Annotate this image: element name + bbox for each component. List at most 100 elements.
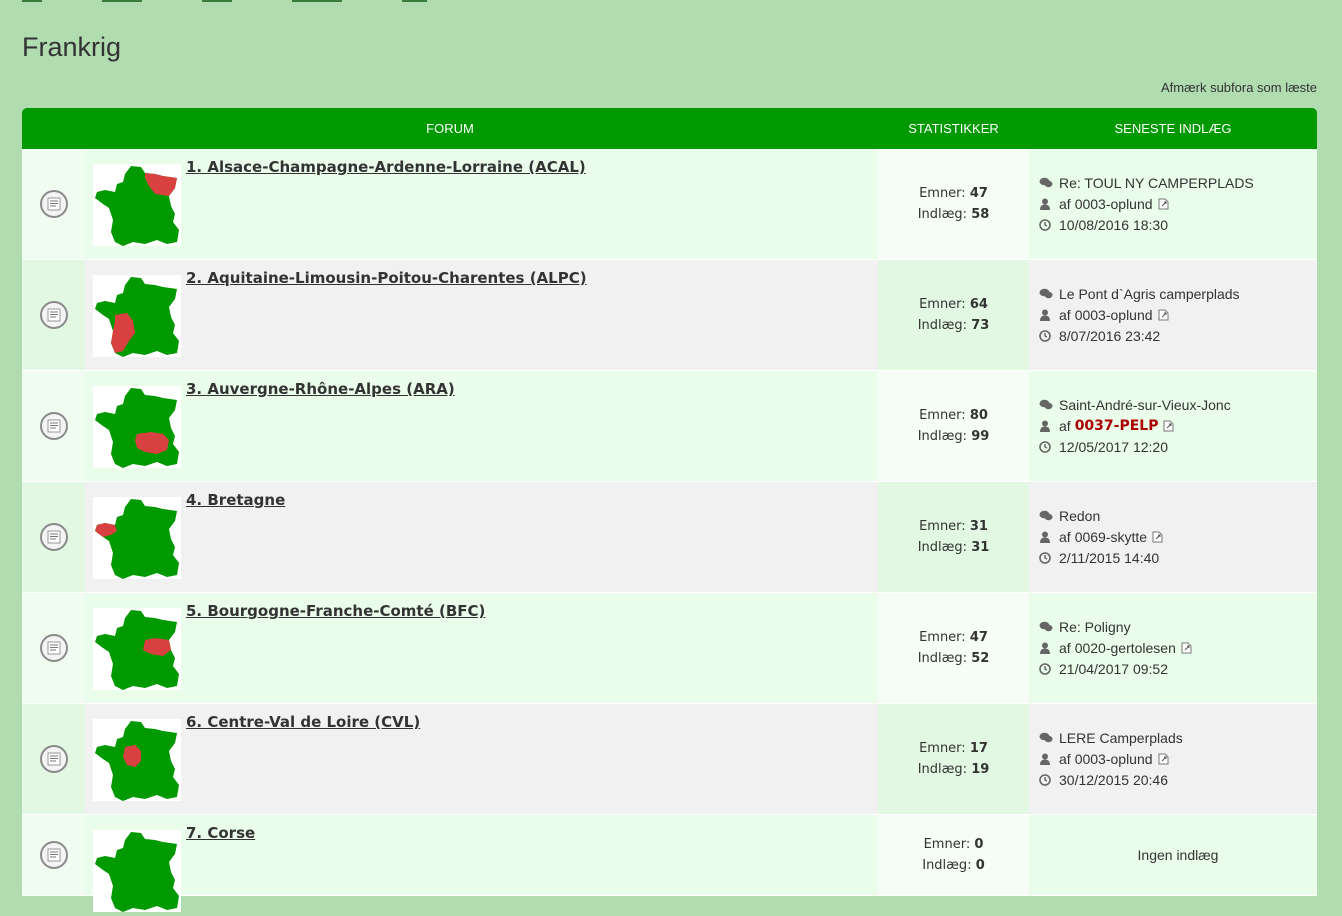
goto-last-post-icon[interactable] xyxy=(1181,642,1192,654)
last-post-subject-link[interactable]: Redon xyxy=(1059,506,1100,527)
posts-count: Indlæg: 58 xyxy=(917,207,990,222)
goto-last-post-icon[interactable] xyxy=(1158,753,1169,765)
last-post-time: 8/07/2016 23:42 xyxy=(1059,327,1161,344)
goto-last-post-icon[interactable] xyxy=(1152,531,1163,543)
user-icon xyxy=(1039,753,1059,765)
last-post-author-link[interactable]: 0003-oplund xyxy=(1075,194,1153,215)
goto-last-post-icon[interactable] xyxy=(1158,309,1169,321)
forum-title-link[interactable]: 2. Aquitaine-Limousin-Poitou-Charentes (… xyxy=(186,269,587,287)
last-post-author-link[interactable]: 0037-PELP xyxy=(1075,416,1159,437)
comments-icon xyxy=(1039,399,1059,411)
clock-icon xyxy=(1039,663,1059,675)
clock-icon xyxy=(1039,774,1059,786)
forum-title-link[interactable]: 3. Auvergne-Rhône-Alpes (ARA) xyxy=(186,380,455,398)
comments-icon xyxy=(1039,288,1059,300)
forum-row-3: 3. Auvergne-Rhône-Alpes (ARA) Emner: 80 … xyxy=(22,371,1317,482)
forum-main-cell: 4. Bretagne xyxy=(85,482,878,592)
posts-count: Indlæg: 0 xyxy=(922,858,985,873)
region-map-image[interactable] xyxy=(93,275,181,357)
comments-icon xyxy=(1039,732,1059,744)
forum-main-cell: 7. Corse xyxy=(85,815,878,912)
forum-title-link[interactable]: 4. Bretagne xyxy=(186,491,285,509)
clock-icon xyxy=(1039,441,1059,453)
last-post-cell: Ingen indlæg xyxy=(1029,815,1317,895)
posts-count: Indlæg: 99 xyxy=(917,429,990,444)
by-label: af xyxy=(1059,195,1071,212)
last-post-cell: Re: TOUL NY CAMPERPLADS af 0003-oplund 10/0… xyxy=(1029,149,1317,259)
posts-count: Indlæg: 52 xyxy=(917,651,990,666)
by-label: af xyxy=(1059,639,1071,656)
forum-title-link[interactable]: 6. Centre-Val de Loire (CVL) xyxy=(186,713,420,731)
header-statistics: STATISTIKKER xyxy=(908,121,999,136)
region-map-image[interactable] xyxy=(93,608,181,690)
posts-count: Indlæg: 31 xyxy=(917,540,990,555)
forum-stats-cell: Emner: 17 Indlæg: 19 xyxy=(878,704,1029,814)
posts-count: Indlæg: 19 xyxy=(917,762,990,777)
region-map-image[interactable] xyxy=(93,164,181,246)
forum-read-status-icon xyxy=(39,745,68,773)
goto-last-post-icon[interactable] xyxy=(1158,198,1169,210)
last-post-cell: LERE Camperplads af 0003-oplund 30/12/2015 … xyxy=(1029,704,1317,814)
comments-icon xyxy=(1039,510,1059,522)
forum-status-cell xyxy=(22,815,85,895)
comments-icon xyxy=(1039,177,1059,189)
forum-table: FORUM STATISTIKKER SENESTE INDLÆG 1. Als… xyxy=(22,108,1317,912)
last-post-subject-link[interactable]: Saint-André-sur-Vieux-Jonc xyxy=(1059,395,1231,416)
user-icon xyxy=(1039,642,1059,654)
forum-title-link[interactable]: 5. Bourgogne-Franche-Comté (BFC) xyxy=(186,602,485,620)
last-post-author-link[interactable]: 0003-oplund xyxy=(1075,749,1153,770)
last-post-author-link[interactable]: 0003-oplund xyxy=(1075,305,1153,326)
forum-stats-cell: Emner: 31 Indlæg: 31 xyxy=(878,482,1029,592)
by-label: af xyxy=(1059,750,1071,767)
region-map-image[interactable] xyxy=(93,497,181,579)
goto-last-post-icon[interactable] xyxy=(1163,420,1174,432)
forum-read-status-icon xyxy=(39,841,68,869)
forum-status-cell xyxy=(22,371,85,481)
forum-row-2: 2. Aquitaine-Limousin-Poitou-Charentes (… xyxy=(22,260,1317,371)
last-post-cell: Re: Poligny af 0020-gertolesen 21/04/2017 0… xyxy=(1029,593,1317,703)
last-post-author-link[interactable]: 0069-skytte xyxy=(1075,527,1147,548)
forum-read-status-icon xyxy=(39,190,68,218)
region-map-image[interactable] xyxy=(93,386,181,468)
last-post-time: 21/04/2017 09:52 xyxy=(1059,660,1168,677)
last-post-time: 10/08/2016 18:30 xyxy=(1059,216,1168,233)
no-posts-text: Ingen indlæg xyxy=(1137,846,1219,863)
last-post-subject-link[interactable]: LERE Camperplads xyxy=(1059,728,1183,749)
forum-rows: 1. Alsace-Champagne-Ardenne-Lorraine (AC… xyxy=(22,149,1317,912)
last-post-subject-link[interactable]: Le Pont d`Agris camperplads xyxy=(1059,284,1240,305)
forum-main-cell: 5. Bourgogne-Franche-Comté (BFC) xyxy=(85,593,878,703)
forum-title-link[interactable]: 1. Alsace-Champagne-Ardenne-Lorraine (AC… xyxy=(186,158,586,176)
last-post-cell: Saint-André-sur-Vieux-Jonc af 0037-PELP 12/… xyxy=(1029,371,1317,481)
forum-read-status-icon xyxy=(39,523,68,551)
forum-status-cell xyxy=(22,260,85,370)
last-post-cell: Redon af 0069-skytte 2/11/2015 14:40 xyxy=(1029,482,1317,592)
region-map-image[interactable] xyxy=(93,830,181,912)
topics-count: Emner: 47 xyxy=(919,186,988,201)
last-post-time: 30/12/2015 20:46 xyxy=(1059,771,1168,788)
last-post-author-link[interactable]: 0020-gertolesen xyxy=(1075,638,1176,659)
topics-count: Emner: 64 xyxy=(919,297,988,312)
forum-row-4: 4. Bretagne Emner: 31 Indlæg: 31 Redon af… xyxy=(22,482,1317,593)
forum-read-status-icon xyxy=(39,634,68,662)
by-label: af xyxy=(1059,417,1071,434)
user-icon xyxy=(1039,420,1059,432)
mark-subforums-read-link[interactable]: Afmærk subfora som læste xyxy=(1161,80,1317,95)
forum-stats-cell: Emner: 47 Indlæg: 52 xyxy=(878,593,1029,703)
forum-status-cell xyxy=(22,482,85,592)
forum-main-cell: 2. Aquitaine-Limousin-Poitou-Charentes (… xyxy=(85,260,878,370)
forum-row-5: 5. Bourgogne-Franche-Comté (BFC) Emner: … xyxy=(22,593,1317,704)
clock-icon xyxy=(1039,552,1059,564)
by-label: af xyxy=(1059,306,1071,323)
clock-icon xyxy=(1039,330,1059,342)
header-forum: FORUM xyxy=(426,121,474,136)
forum-stats-cell: Emner: 0 Indlæg: 0 xyxy=(878,815,1029,895)
region-map-image[interactable] xyxy=(93,719,181,801)
topics-count: Emner: 0 xyxy=(923,837,984,852)
forum-title-link[interactable]: 7. Corse xyxy=(186,824,255,842)
last-post-time: 12/05/2017 12:20 xyxy=(1059,438,1168,455)
user-icon xyxy=(1039,531,1059,543)
last-post-subject-link[interactable]: Re: TOUL NY CAMPERPLADS xyxy=(1059,173,1254,194)
forum-stats-cell: Emner: 64 Indlæg: 73 xyxy=(878,260,1029,370)
forum-read-status-icon xyxy=(39,301,68,329)
last-post-subject-link[interactable]: Re: Poligny xyxy=(1059,617,1131,638)
